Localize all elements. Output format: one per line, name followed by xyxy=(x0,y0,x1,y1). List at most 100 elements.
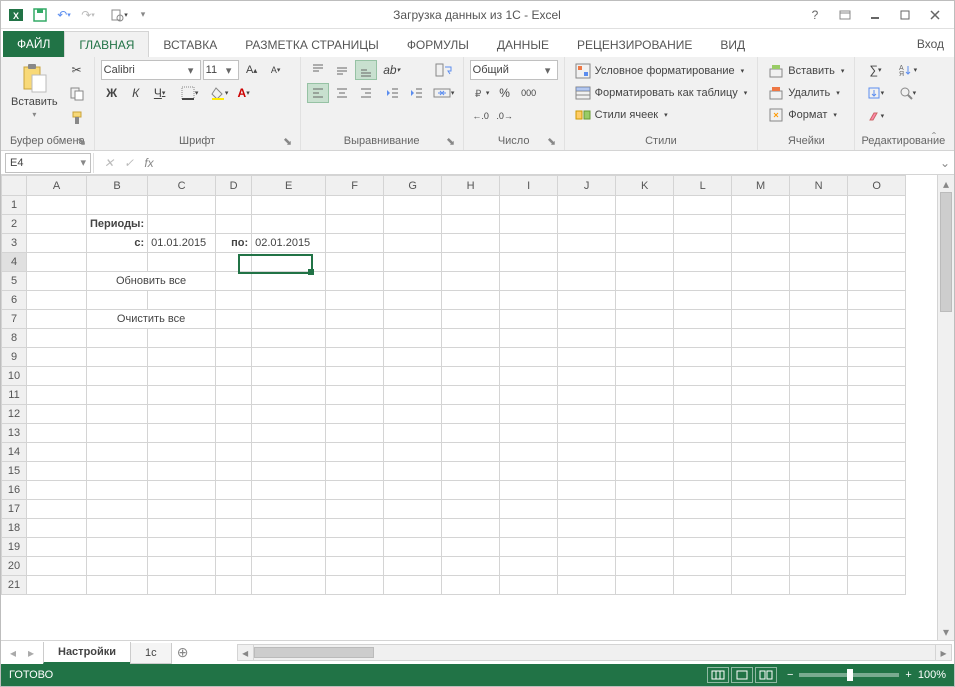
cell[interactable] xyxy=(674,386,732,405)
cell[interactable] xyxy=(442,310,500,329)
cell[interactable] xyxy=(674,367,732,386)
cell[interactable] xyxy=(558,576,616,595)
cell[interactable] xyxy=(790,291,848,310)
cell[interactable] xyxy=(442,576,500,595)
cell[interactable] xyxy=(384,367,442,386)
cell[interactable] xyxy=(252,538,326,557)
cell[interactable] xyxy=(500,576,558,595)
excel-icon[interactable]: X xyxy=(5,4,27,26)
column-header[interactable]: I xyxy=(500,176,558,196)
cell[interactable] xyxy=(616,196,674,215)
cell[interactable] xyxy=(384,443,442,462)
accounting-icon[interactable]: ₽▾ xyxy=(470,83,492,103)
orientation-icon[interactable]: ab▾ xyxy=(381,60,403,80)
cell[interactable] xyxy=(442,481,500,500)
sheet-nav-last-icon[interactable]: ▸ xyxy=(23,646,39,660)
cell[interactable] xyxy=(384,500,442,519)
cell[interactable] xyxy=(442,424,500,443)
help-icon[interactable]: ? xyxy=(802,4,828,26)
cell[interactable] xyxy=(384,310,442,329)
cell[interactable] xyxy=(790,196,848,215)
cell[interactable] xyxy=(384,329,442,348)
cell-styles-button[interactable]: Стили ячеек▾ xyxy=(571,104,672,125)
cell[interactable] xyxy=(616,405,674,424)
cell[interactable] xyxy=(384,424,442,443)
fill-icon[interactable]: ▾ xyxy=(861,83,889,103)
wrap-text-icon[interactable] xyxy=(431,60,457,80)
cell[interactable] xyxy=(87,405,148,424)
cell[interactable] xyxy=(326,519,384,538)
cell[interactable] xyxy=(442,234,500,253)
cell[interactable] xyxy=(790,234,848,253)
cell[interactable] xyxy=(252,272,326,291)
cell[interactable] xyxy=(674,348,732,367)
cell[interactable] xyxy=(558,557,616,576)
row-header[interactable]: 15 xyxy=(2,462,27,481)
cell[interactable] xyxy=(500,424,558,443)
cell[interactable] xyxy=(616,386,674,405)
underline-button[interactable]: Ч▾ xyxy=(149,83,171,103)
cell[interactable] xyxy=(216,538,252,557)
scroll-thumb[interactable] xyxy=(254,647,374,658)
cell[interactable] xyxy=(674,215,732,234)
cell[interactable] xyxy=(558,215,616,234)
page-layout-view-icon[interactable] xyxy=(731,667,753,683)
tab-file[interactable]: ФАЙЛ xyxy=(3,31,64,57)
cell[interactable] xyxy=(732,234,790,253)
minimize-icon[interactable] xyxy=(862,4,888,26)
cell[interactable] xyxy=(732,386,790,405)
column-header[interactable]: N xyxy=(790,176,848,196)
align-left-icon[interactable] xyxy=(307,83,329,103)
cell[interactable] xyxy=(732,196,790,215)
cell[interactable] xyxy=(790,538,848,557)
cell[interactable] xyxy=(848,310,906,329)
cell[interactable] xyxy=(384,405,442,424)
cell[interactable] xyxy=(326,557,384,576)
insert-cells-button[interactable]: Вставить▾ xyxy=(764,60,848,81)
cell[interactable] xyxy=(326,481,384,500)
cell[interactable] xyxy=(27,386,87,405)
cell[interactable] xyxy=(384,215,442,234)
cell[interactable] xyxy=(616,291,674,310)
row-header[interactable]: 21 xyxy=(2,576,27,595)
cell[interactable] xyxy=(790,386,848,405)
cell[interactable] xyxy=(148,443,216,462)
cell[interactable] xyxy=(500,386,558,405)
cell[interactable] xyxy=(326,253,384,272)
scroll-track[interactable] xyxy=(254,644,935,661)
cell[interactable] xyxy=(500,253,558,272)
cell[interactable] xyxy=(216,462,252,481)
row-header[interactable]: 3 xyxy=(2,234,27,253)
cell[interactable] xyxy=(558,196,616,215)
cell[interactable] xyxy=(790,329,848,348)
autosum-icon[interactable]: ∑▾ xyxy=(861,60,889,80)
find-select-icon[interactable]: ▾ xyxy=(893,83,921,103)
tab-data[interactable]: ДАННЫЕ xyxy=(483,32,563,57)
cell[interactable] xyxy=(500,329,558,348)
format-cells-button[interactable]: Формат▾ xyxy=(764,104,841,125)
cell[interactable] xyxy=(442,500,500,519)
column-header[interactable]: K xyxy=(616,176,674,196)
cell[interactable] xyxy=(616,234,674,253)
cell[interactable] xyxy=(384,234,442,253)
cell[interactable] xyxy=(732,348,790,367)
cell[interactable] xyxy=(148,519,216,538)
row-header[interactable]: 12 xyxy=(2,405,27,424)
cell[interactable] xyxy=(616,253,674,272)
increase-decimal-icon[interactable]: ←.0 xyxy=(470,106,492,126)
cell[interactable] xyxy=(500,348,558,367)
cancel-formula-icon[interactable]: ✕ xyxy=(100,156,118,170)
cell[interactable] xyxy=(848,386,906,405)
cell[interactable] xyxy=(216,443,252,462)
chevron-down-icon[interactable]: ▾ xyxy=(184,64,198,77)
paste-button[interactable]: Вставить ▾ xyxy=(7,60,62,121)
cell[interactable] xyxy=(500,462,558,481)
cell[interactable] xyxy=(27,519,87,538)
cell[interactable] xyxy=(732,538,790,557)
cell[interactable] xyxy=(148,348,216,367)
row-header[interactable]: 17 xyxy=(2,500,27,519)
cell[interactable] xyxy=(674,443,732,462)
row-header[interactable]: 11 xyxy=(2,386,27,405)
cell[interactable] xyxy=(616,538,674,557)
cell[interactable] xyxy=(674,234,732,253)
